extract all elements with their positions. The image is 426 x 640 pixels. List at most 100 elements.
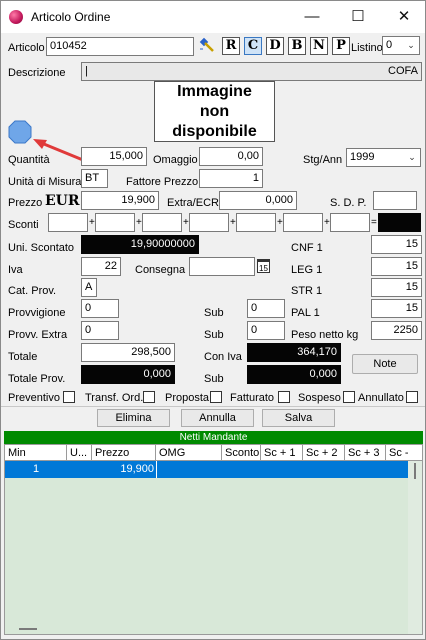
annulla-button[interactable]: Annulla [181,409,254,427]
col-header-sc2[interactable]: Sc + 2 [303,445,345,461]
vertical-scrollbar[interactable] [408,461,422,634]
sconto-2-field[interactable] [95,213,135,232]
unita-misura-label: Unità di Misura [8,176,82,188]
col-header-min[interactable]: Min [5,445,67,461]
preventivo-checkbox[interactable] [63,391,75,403]
totale-prov-label: Totale Prov. [8,373,66,385]
cnf-label: CNF 1 [291,242,323,254]
octagon-icon[interactable] [8,120,32,144]
col-header-sc-more[interactable]: Sc - [386,445,408,461]
col-header-sconto[interactable]: Sconto [222,445,261,461]
sconto-6-field[interactable] [283,213,323,232]
image-placeholder-line3: disponibile [172,123,257,140]
grid-banner: Netti Mandante [4,431,423,444]
magic-wand-icon[interactable] [198,36,216,54]
extra-ecr-field[interactable]: 0,000 [219,191,297,210]
sconto-7-field[interactable] [330,213,370,232]
plus-sign: + [183,217,189,228]
sconti-label: Sconti [8,219,39,231]
format-button-p[interactable]: P [332,37,350,55]
omaggio-label: Omaggio [153,154,198,166]
col-header-u[interactable]: U... [67,445,92,461]
proposta-checkbox[interactable] [210,391,222,403]
sub-field[interactable]: 0 [247,321,285,340]
text-caret: | [85,65,88,77]
descrizione-field[interactable]: | COFA [81,62,422,81]
row-empty-cells [156,461,408,478]
maximize-button[interactable]: ☐ [335,1,381,33]
format-button-d[interactable]: D [266,37,284,55]
unita-misura-field[interactable]: BT [81,169,108,188]
omaggio-field[interactable]: 0,00 [199,147,263,166]
horizontal-scrollbar-thumb[interactable] [19,628,37,630]
provv-extra-label: Provv. Extra [8,329,68,341]
sconto-3-field[interactable] [142,213,182,232]
consegna-label: Consegna [135,264,186,276]
listino-label: Listino [351,42,383,54]
annullato-checkbox[interactable] [406,391,418,403]
sub-field[interactable]: 0 [247,299,285,318]
minimize-button[interactable]: — [289,1,335,33]
window-title: Articolo Ordine [31,10,111,24]
peso-netto-field[interactable]: 2250 [371,321,422,340]
transf-ord-checkbox[interactable] [143,391,155,403]
quantita-field[interactable]: 15,000 [81,147,147,166]
calendar-icon[interactable]: 15 [257,259,270,273]
article-order-window: Articolo Ordine — ☐ ✕ Articolo 010452 R … [0,0,426,640]
format-button-r[interactable]: R [222,37,240,55]
totale-prov-field: 0,000 [81,365,175,384]
currency-label: EUR [45,193,80,209]
format-button-b[interactable]: B [288,37,306,55]
sconto-result-field [378,213,421,232]
provvigione-field[interactable]: 0 [81,299,119,318]
str-field[interactable]: 15 [371,278,422,297]
plus-sign: + [136,217,142,228]
totale-field[interactable]: 298,500 [81,343,175,362]
listino-select[interactable]: 0 ⌄ [382,36,420,55]
note-button[interactable]: Note [352,354,418,374]
sdp-label: S. D. P. [330,197,367,209]
stg-ann-label: Stg/Ann [303,154,343,166]
row-prezzo-cell: 19,900 [120,463,154,475]
articolo-label: Articolo [8,42,45,54]
stg-ann-value: 1999 [350,151,375,163]
uni-scontato-label: Uni. Scontato [8,242,75,254]
sconto-5-field[interactable] [236,213,276,232]
app-icon [9,10,23,24]
col-header-prezzo[interactable]: Prezzo [92,445,156,461]
col-header-sc3[interactable]: Sc + 3 [345,445,386,461]
sospeso-label: Sospeso [298,392,341,404]
sconto-4-field[interactable] [189,213,229,232]
sdp-field[interactable] [373,191,417,210]
scrollbar-thumb[interactable] [414,463,416,479]
elimina-button[interactable]: Elimina [97,409,170,427]
descrizione-value: COFA [388,65,418,77]
consegna-field[interactable] [189,257,255,276]
pal-field[interactable]: 15 [371,299,422,318]
con-iva-field: 364,170 [247,343,341,362]
salva-button[interactable]: Salva [262,409,335,427]
prezzo-field[interactable]: 19,900 [81,191,159,210]
sconto-1-field[interactable] [48,213,88,232]
format-button-n[interactable]: N [310,37,328,55]
prezzo-label: Prezzo [8,197,43,209]
cat-prov-field[interactable]: A [81,278,97,297]
provv-extra-field[interactable]: 0 [81,321,119,340]
col-header-sc1[interactable]: Sc + 1 [261,445,303,461]
iva-field[interactable]: 22 [81,257,121,276]
fattore-prezzo-field[interactable]: 1 [199,169,263,188]
leg-field[interactable]: 15 [371,257,422,276]
articolo-field[interactable]: 010452 [46,37,194,56]
col-header-omg[interactable]: OMG [156,445,222,461]
listino-value: 0 [386,39,393,51]
cnf-field[interactable]: 15 [371,235,422,254]
str-label: STR 1 [291,285,323,297]
fattore-prezzo-label: Fattore Prezzo [126,176,199,188]
fatturato-checkbox[interactable] [278,391,290,403]
image-placeholder-line2: non [199,103,230,120]
title-bar: Articolo Ordine — ☐ ✕ [1,1,425,33]
close-button[interactable]: ✕ [381,1,426,33]
sospeso-checkbox[interactable] [343,391,355,403]
stg-ann-select[interactable]: 1999 ⌄ [346,148,421,167]
format-button-c[interactable]: C [244,37,262,55]
